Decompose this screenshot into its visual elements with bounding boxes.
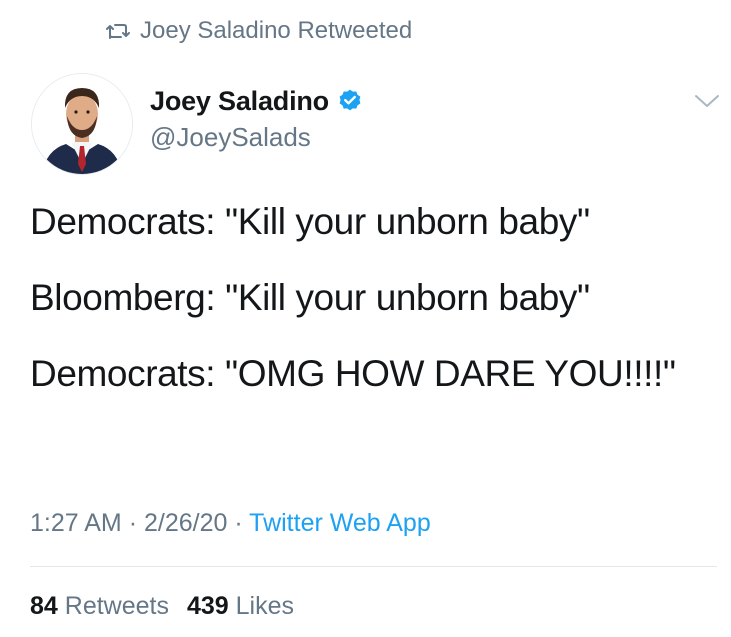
- tweet-text-line: Bloomberg: "Kill your unborn baby": [30, 277, 590, 318]
- likes-label: Likes: [235, 592, 295, 620]
- meta-separator: ·: [128, 509, 138, 537]
- likes-stat[interactable]: 439 Likes: [187, 592, 294, 620]
- tweet-source-link[interactable]: Twitter Web App: [249, 509, 431, 537]
- chevron-down-icon[interactable]: [693, 92, 721, 110]
- tweet-date[interactable]: 2/26/20: [144, 509, 227, 537]
- retweets-label: Retweets: [64, 592, 169, 620]
- retweet-icon: [106, 21, 130, 41]
- tweet-text-line: Democrats: "OMG HOW DARE YOU!!!!": [30, 353, 676, 394]
- tweet-author[interactable]: Joey Saladino @JoeySalads: [150, 82, 363, 153]
- retweets-stat[interactable]: 84 Retweets: [30, 592, 169, 620]
- retweets-count: 84: [30, 592, 58, 620]
- retweet-context-text: Joey Saladino Retweeted: [140, 17, 413, 44]
- author-name-row: Joey Saladino: [150, 82, 363, 120]
- tweet-text-line: Democrats: "Kill your unborn baby": [30, 201, 590, 242]
- tweet-text: Democrats: "Kill your unborn baby" Bloom…: [30, 200, 700, 396]
- tweet-meta: 1:27 AM · 2/26/20 · Twitter Web App: [30, 505, 431, 541]
- tweet-time[interactable]: 1:27 AM: [30, 509, 122, 537]
- tweet-stats: 84 Retweets 439 Likes: [30, 588, 294, 624]
- likes-count: 439: [186, 592, 229, 620]
- retweet-context[interactable]: Joey Saladino Retweeted: [106, 14, 412, 48]
- verified-badge-icon: [337, 88, 363, 114]
- avatar[interactable]: [31, 73, 133, 175]
- meta-separator: ·: [234, 509, 243, 537]
- author-handle[interactable]: @JoeySalads: [150, 122, 363, 153]
- author-display-name[interactable]: Joey Saladino: [150, 86, 329, 117]
- divider: [30, 566, 717, 567]
